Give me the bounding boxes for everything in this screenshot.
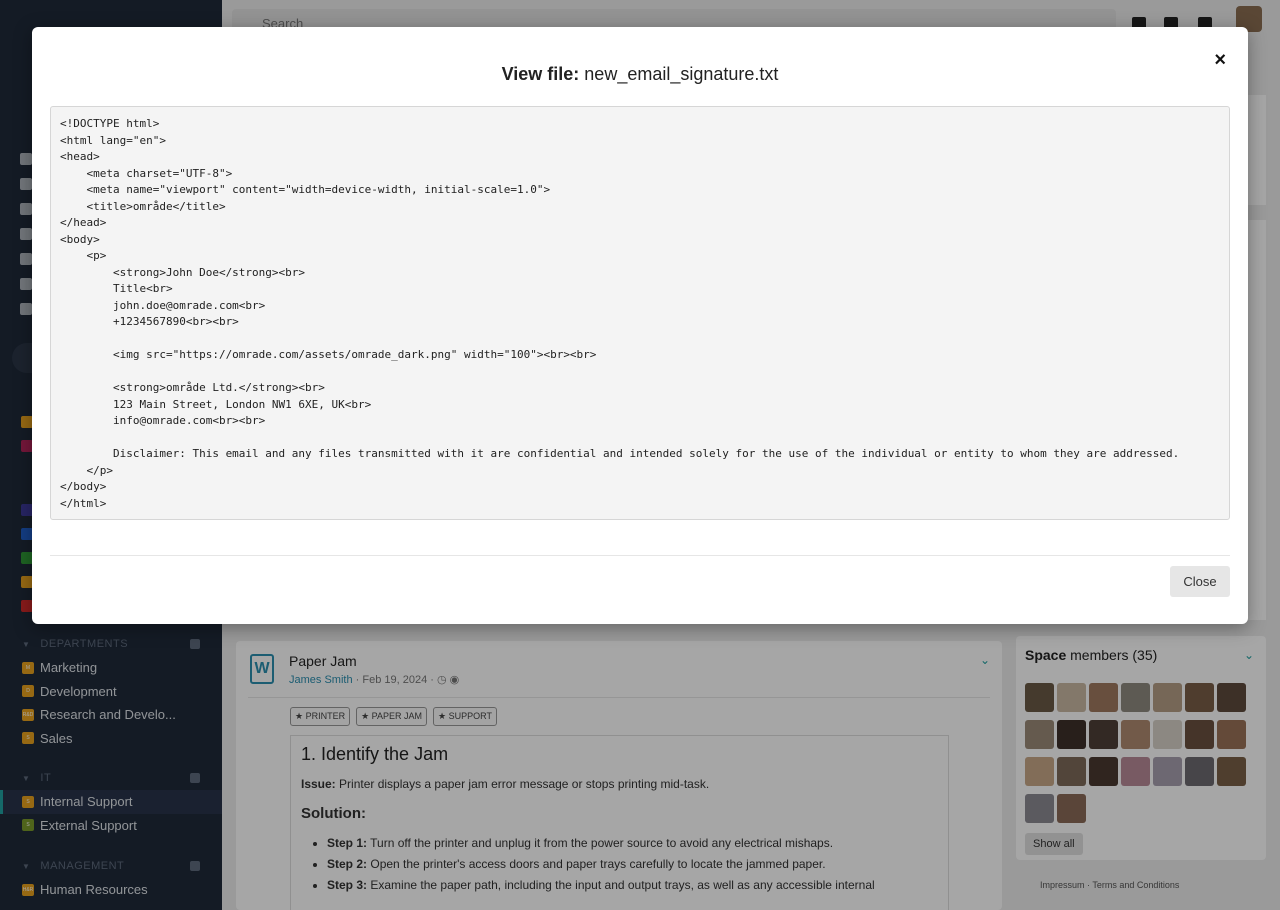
- divider: [50, 555, 1230, 556]
- view-file-modal: View file: new_email_signature.txt × <!D…: [32, 27, 1248, 624]
- modal-title: View file: new_email_signature.txt: [501, 64, 779, 84]
- close-icon[interactable]: ×: [1214, 49, 1226, 72]
- file-name: new_email_signature.txt: [584, 64, 779, 84]
- file-content: <!DOCTYPE html> <html lang="en"> <head> …: [60, 117, 1180, 510]
- file-content-box: <!DOCTYPE html> <html lang="en"> <head> …: [50, 106, 1230, 520]
- close-button[interactable]: Close: [1170, 566, 1230, 597]
